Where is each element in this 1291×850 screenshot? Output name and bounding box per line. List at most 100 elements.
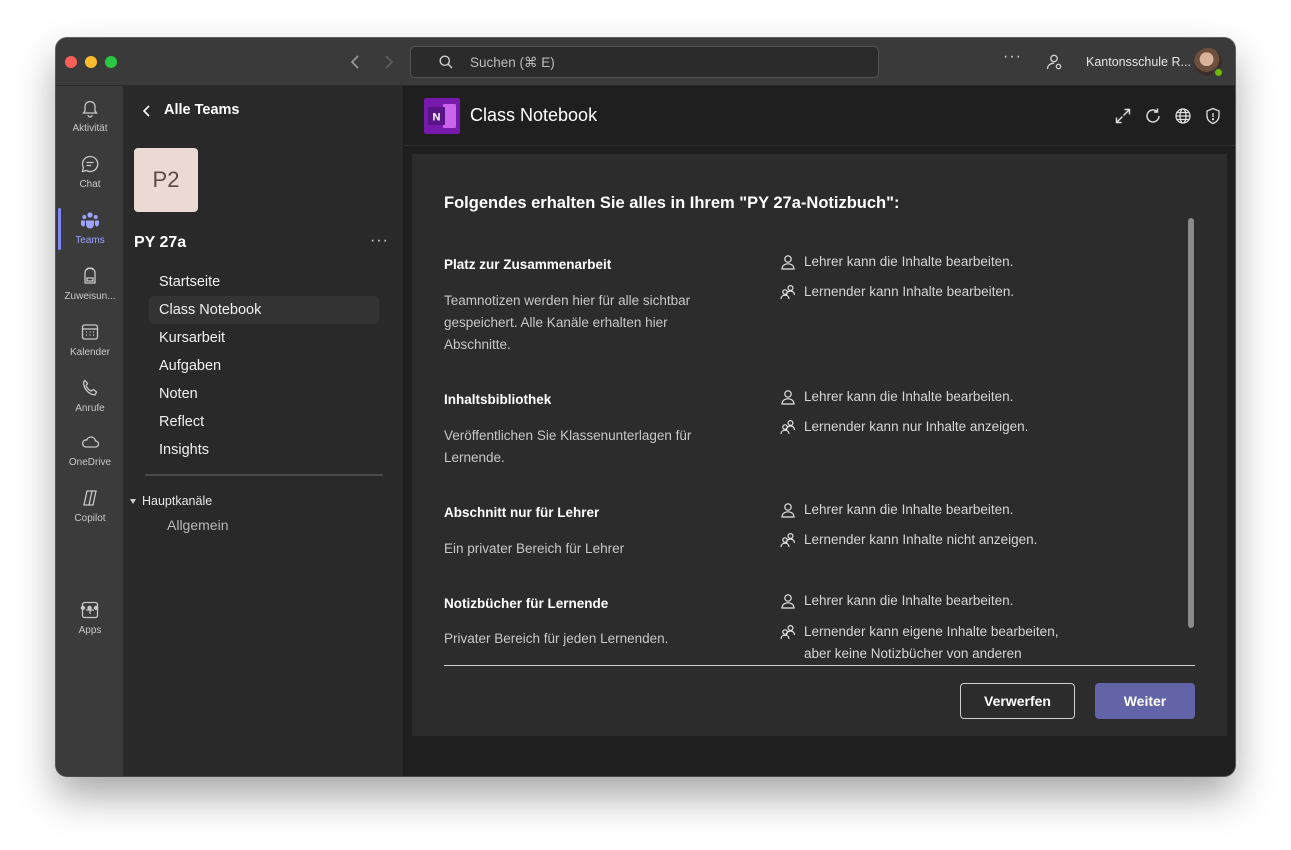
rail-label: Kalender: [69, 347, 111, 358]
add-apps-icon: [81, 601, 99, 619]
expand-icon[interactable]: [1114, 107, 1132, 125]
channel-allgemein[interactable]: Allgemein: [167, 517, 228, 533]
avatar[interactable]: [1194, 48, 1224, 78]
caret-down-icon: [130, 499, 136, 505]
rail-item-aktivitat[interactable]: Aktivität: [56, 92, 124, 144]
card-title: Folgendes erhalten Sie alles in Ihrem "P…: [444, 194, 900, 212]
section-description: Teamnotizen werden hier für alle sichtba…: [444, 293, 691, 352]
calendar-icon: [81, 324, 99, 340]
search-icon: [439, 55, 453, 69]
channels-header[interactable]: Hauptkanäle: [130, 494, 212, 508]
scrollbar[interactable]: [1188, 218, 1194, 628]
section-title: Platz zur Zusammenarbeit: [444, 257, 612, 272]
search-input[interactable]: Suchen (⌘ E): [410, 46, 879, 78]
team-nav-insights[interactable]: Insights: [149, 436, 379, 464]
rail-label: Anrufe: [75, 403, 105, 414]
backpack-icon: [84, 267, 96, 284]
people-icon: [780, 532, 796, 548]
search-placeholder: Suchen (⌘ E): [470, 55, 555, 70]
rail-item-copilot[interactable]: Copilot: [56, 482, 124, 534]
maximize-window-button[interactable]: [105, 56, 117, 68]
teams-window: Suchen (⌘ E) ··· Kantonsschule R... Akti…: [56, 38, 1235, 776]
footer-divider: [444, 665, 1195, 666]
rail-item-zuweisungen[interactable]: Zuweisun...: [56, 260, 124, 312]
team-nav-kursarbeit[interactable]: Kursarbeit: [149, 324, 379, 352]
app-header: N Class Notebook: [404, 86, 1235, 146]
rail-label: Chat: [79, 179, 101, 190]
rail-item-chat[interactable]: Chat: [56, 148, 124, 200]
forward-arrow-icon[interactable]: [376, 50, 400, 74]
rail-label: Copilot: [74, 513, 106, 524]
svg-text:N: N: [433, 112, 441, 124]
onenote-logo-icon: N: [424, 98, 460, 134]
rail-label: Teams: [75, 235, 105, 246]
team-panel: Alle Teams P2 PY 27a ··· Startseite Clas…: [124, 86, 404, 776]
rail-item-apps[interactable]: Apps: [56, 594, 124, 646]
team-nav-noten[interactable]: Noten: [149, 380, 379, 408]
app-rail: Aktivität Chat Teams Zuweisun... Kalende…: [56, 86, 124, 776]
people-icon: [780, 284, 796, 300]
team-name: PY 27a: [134, 234, 187, 251]
team-nav-startseite[interactable]: Startseite: [149, 268, 379, 296]
team-nav-class-notebook[interactable]: Class Notebook: [149, 296, 379, 324]
person-icon: [781, 255, 795, 270]
back-arrow-icon[interactable]: [344, 50, 368, 74]
permission-text: Lehrer kann die Inhalte bearbeiten.: [804, 502, 1014, 517]
rail-label: OneDrive: [68, 457, 112, 468]
title-bar: Suchen (⌘ E) ··· Kantonsschule R...: [56, 38, 1235, 86]
permission-text: Lernender kann Inhalte bearbeiten.: [804, 284, 1015, 299]
channels-header-label: Hauptkanäle: [142, 494, 213, 508]
bell-icon: [82, 100, 98, 118]
teams-icon: [81, 212, 99, 229]
section-description: Ein privater Bereich für Lehrer: [444, 541, 625, 556]
permission-text: Lernender kann eigene Inhalte bearbeiten…: [804, 624, 1059, 661]
minimize-window-button[interactable]: [85, 56, 97, 68]
chat-icon: [81, 155, 99, 173]
main-content: N Class Notebook Folgendes erhalten Sie …: [404, 86, 1235, 776]
section-description: Veröffentlichen Sie Klassenunterlagen fü…: [444, 428, 692, 465]
team-nav-aufgaben[interactable]: Aufgaben: [149, 352, 379, 380]
divider: [145, 474, 383, 476]
close-window-button[interactable]: [65, 56, 77, 68]
rail-label: Zuweisun...: [64, 291, 116, 302]
permission-text: Lernender kann Inhalte nicht anzeigen.: [804, 532, 1038, 547]
copilot-icon: [83, 490, 97, 506]
permission-text: Lernender kann nur Inhalte anzeigen.: [804, 419, 1029, 434]
team-avatar: P2: [134, 148, 198, 212]
team-more-options-icon[interactable]: ···: [370, 232, 389, 250]
app-title: Class Notebook: [470, 105, 598, 125]
permission-text: Lehrer kann die Inhalte bearbeiten.: [804, 389, 1014, 404]
permission-text: Lehrer kann die Inhalte bearbeiten.: [804, 254, 1014, 269]
section-title: Abschnitt nur für Lehrer: [444, 505, 600, 520]
notebook-setup-card: Folgendes erhalten Sie alles in Ihrem "P…: [412, 154, 1227, 736]
next-button[interactable]: Weiter: [1095, 683, 1195, 719]
phone-icon: [82, 379, 98, 396]
person-icon: [781, 594, 795, 609]
people-icon: [780, 624, 796, 640]
rail-label: Aktivität: [72, 123, 108, 134]
team-nav-list: Startseite Class Notebook Kursarbeit Auf…: [149, 268, 379, 464]
more-options-icon[interactable]: ···: [1003, 48, 1022, 66]
person-icon: [781, 503, 795, 518]
section-description: Privater Bereich für jeden Lernenden.: [444, 631, 669, 646]
team-nav-reflect[interactable]: Reflect: [149, 408, 379, 436]
org-name[interactable]: Kantonsschule R...: [1086, 55, 1191, 69]
discard-button[interactable]: Verwerfen: [960, 683, 1075, 719]
rail-item-kalender[interactable]: Kalender: [56, 316, 124, 368]
rail-item-anrufe[interactable]: Anrufe: [56, 372, 124, 424]
people-settings-icon[interactable]: [1044, 52, 1064, 72]
shield-icon[interactable]: [1204, 107, 1222, 125]
globe-icon[interactable]: [1174, 107, 1192, 125]
section-title: Notizbücher für Lernende: [444, 596, 609, 611]
back-label: Alle Teams: [164, 102, 240, 118]
chevron-left-icon: [142, 105, 150, 117]
rail-label: Apps: [78, 625, 102, 636]
rail-item-onedrive[interactable]: OneDrive: [56, 426, 124, 478]
refresh-icon[interactable]: [1144, 107, 1162, 125]
presence-available-badge: [1213, 67, 1224, 78]
rail-item-teams[interactable]: Teams: [56, 204, 124, 256]
people-icon: [780, 419, 796, 435]
person-icon: [781, 390, 795, 405]
cloud-icon: [82, 436, 100, 448]
section-title: Inhaltsbibliothek: [444, 392, 552, 407]
